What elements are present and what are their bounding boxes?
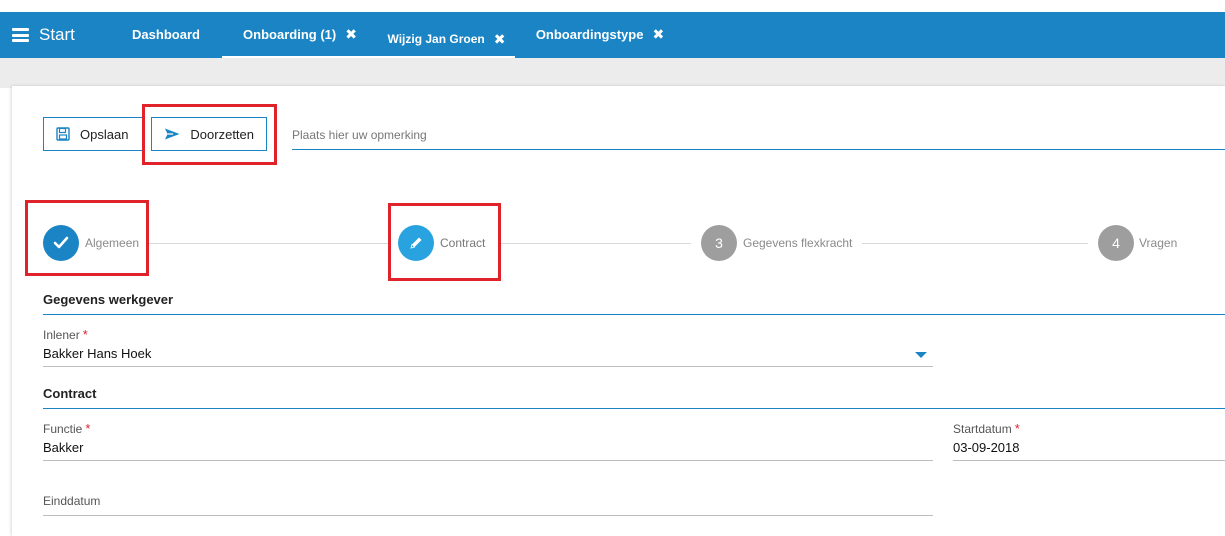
step-3-label: Gegevens flexkracht — [743, 236, 853, 250]
functie-label: Functie * — [43, 421, 90, 436]
section-divider — [43, 408, 1225, 409]
required-marker: * — [85, 421, 91, 436]
highlight-box-submit — [142, 104, 277, 165]
top-nav-bar: Start Dashboard Onboarding (1) ✖ Wijzig … — [0, 12, 1225, 58]
step-connector — [146, 243, 389, 244]
functie-input-underline — [43, 460, 933, 461]
step-connector — [862, 243, 1088, 244]
einddatum-input[interactable]: Einddatum — [43, 494, 100, 508]
tab-onboarding[interactable]: Onboarding (1) ✖ — [222, 12, 378, 58]
highlight-box-step-2 — [388, 203, 501, 281]
tab-wijzig-jan-groen[interactable]: Wijzig Jan Groen ✖ — [378, 12, 515, 58]
hamburger-icon — [12, 28, 29, 42]
step-4-label: Vragen — [1139, 236, 1178, 250]
section-title-employer: Gegevens werkgever — [43, 292, 174, 307]
tab-onboardingstype[interactable]: Onboardingstype ✖ — [527, 12, 673, 58]
save-button[interactable]: Opslaan — [43, 117, 143, 151]
functie-input[interactable]: Bakker — [43, 440, 83, 455]
startdatum-input-underline — [953, 460, 1225, 461]
chevron-down-icon[interactable] — [915, 352, 927, 358]
remark-placeholder: Plaats hier uw opmerking — [292, 128, 427, 142]
highlight-box-step-1 — [25, 200, 149, 276]
step-4-circle[interactable]: 4 — [1098, 225, 1134, 261]
step-4-number: 4 — [1112, 235, 1120, 251]
inlener-label: Inlener * — [43, 327, 88, 342]
required-marker: * — [1014, 421, 1020, 436]
tab-label: Onboarding (1) — [243, 26, 337, 42]
startdatum-input[interactable]: 03-09-2018 — [953, 440, 1020, 455]
page-background-band — [0, 58, 1225, 88]
einddatum-input-underline — [43, 515, 933, 516]
save-button-label: Opslaan — [80, 126, 129, 142]
inlener-select-value[interactable]: Bakker Hans Hoek — [43, 346, 151, 361]
tab-label: Onboardingstype — [535, 26, 644, 42]
section-divider — [43, 314, 1225, 315]
required-marker: * — [82, 327, 88, 342]
tab-label: Wijzig Jan Groen — [387, 32, 485, 46]
close-icon[interactable]: ✖ — [494, 31, 506, 48]
startdatum-label: Startdatum * — [953, 421, 1020, 436]
floppy-disk-icon — [56, 127, 70, 141]
tab-dashboard[interactable]: Dashboard — [122, 12, 210, 58]
section-title-contract: Contract — [43, 386, 97, 401]
step-connector — [500, 243, 691, 244]
tab-label: Dashboard — [132, 26, 200, 42]
close-icon[interactable]: ✖ — [345, 26, 357, 43]
step-3-circle[interactable]: 3 — [701, 225, 737, 261]
inlener-select-underline — [43, 366, 933, 367]
step-3-number: 3 — [715, 235, 723, 251]
remark-input[interactable]: Plaats hier uw opmerking — [292, 122, 1225, 150]
startdatum-label-text: Startdatum — [953, 422, 1012, 436]
functie-label-text: Functie — [43, 422, 83, 436]
inlener-label-text: Inlener — [43, 328, 80, 342]
start-label: Start — [39, 25, 75, 44]
close-icon[interactable]: ✖ — [652, 26, 664, 43]
start-menu-button[interactable]: Start — [12, 12, 75, 58]
